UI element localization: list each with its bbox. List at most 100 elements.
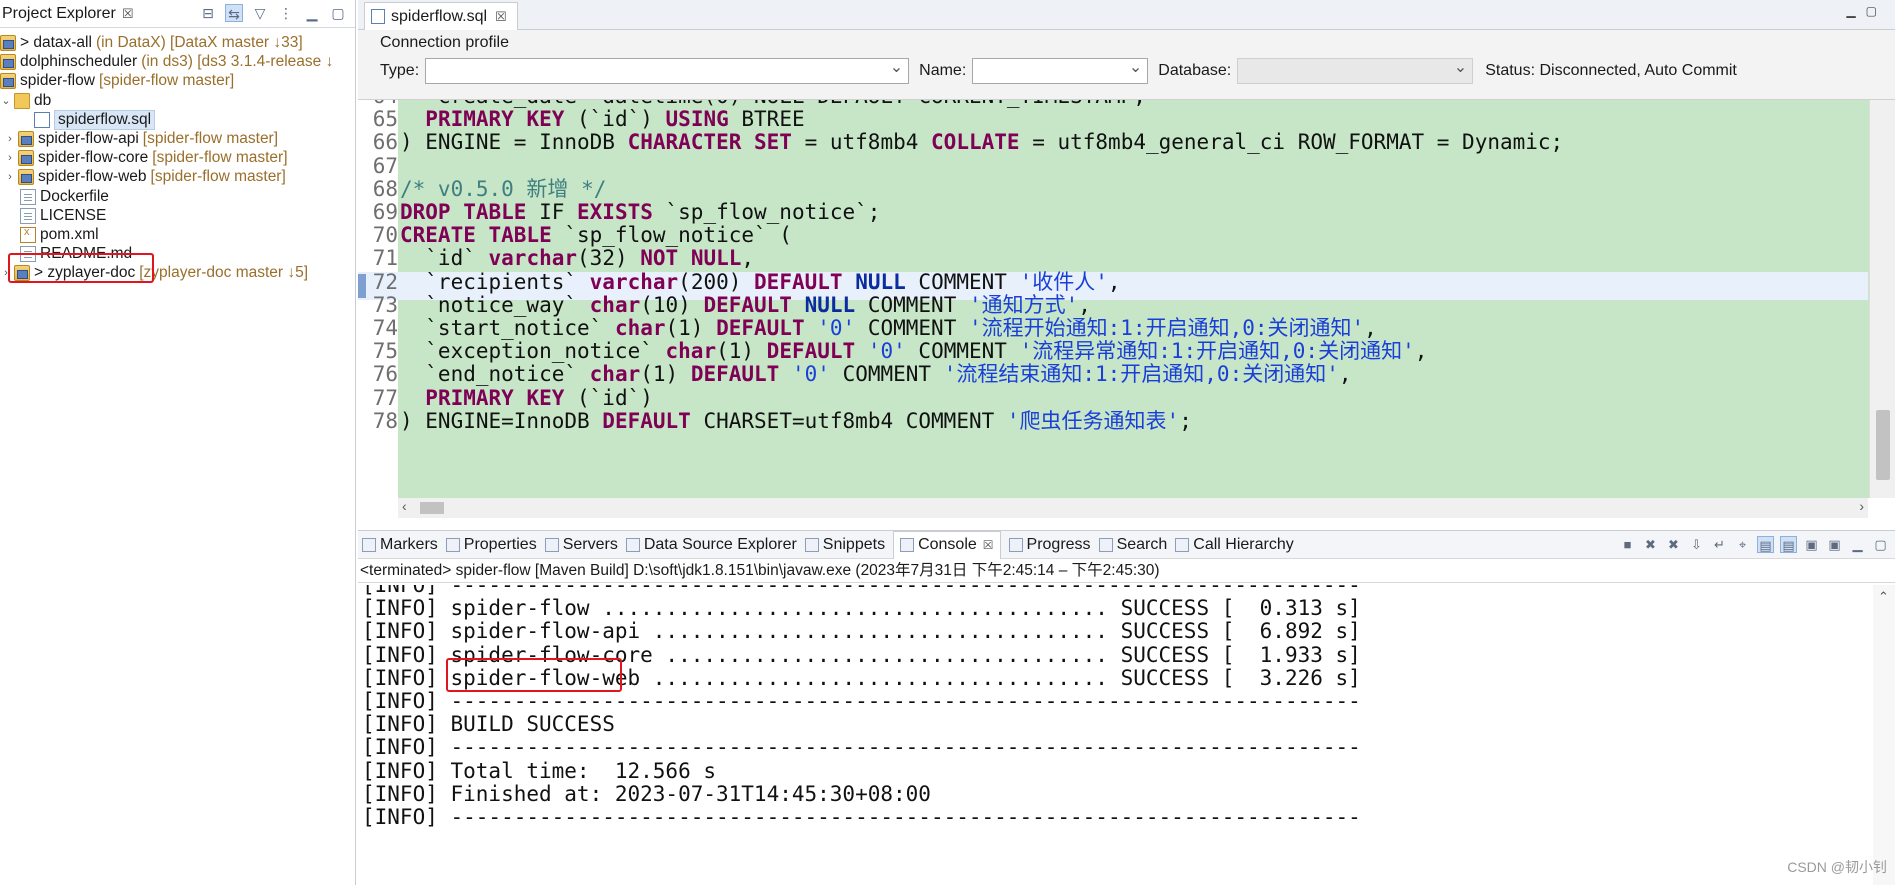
- tree-item-label: > datax-all: [20, 34, 92, 51]
- tab-properties[interactable]: Properties: [445, 536, 537, 554]
- tab-label: Servers: [562, 535, 618, 553]
- close-icon[interactable]: ☒: [983, 538, 994, 552]
- tab-label: Markers: [380, 535, 438, 553]
- markers-icon: [362, 537, 376, 552]
- project-explorer-tab[interactable]: Project Explorer ☒ ⊟ ⇆ ▽ ⋮ ▁ ▢: [0, 0, 355, 28]
- maximize-icon[interactable]: ▢: [1872, 536, 1889, 553]
- tree-item-decoration: [spider-flow master]: [150, 168, 286, 186]
- code-token: '爬虫任务通知表': [1006, 408, 1180, 433]
- collapsed-twisty-icon[interactable]: ›: [4, 133, 16, 145]
- terminate-icon[interactable]: ■: [1619, 536, 1636, 553]
- remove-all-terminated-icon[interactable]: ✖: [1665, 536, 1682, 553]
- type-label: Type:: [380, 62, 420, 79]
- project-icon: [18, 169, 34, 186]
- show-on-stdout-icon[interactable]: ▤: [1757, 536, 1774, 553]
- minimize-icon[interactable]: ▁: [1849, 536, 1866, 553]
- type-combo[interactable]: [425, 57, 910, 84]
- name-combo[interactable]: [972, 57, 1149, 84]
- collapse-all-icon[interactable]: ⊟: [199, 4, 217, 22]
- pin-console-icon[interactable]: ⌖: [1734, 536, 1751, 553]
- tab-progress[interactable]: Progress: [1008, 536, 1091, 554]
- remove-launch-icon[interactable]: ✖: [1642, 536, 1659, 553]
- servers-icon: [544, 537, 559, 552]
- bottom-views-panel: Markers Properties Servers Data Source Expl…: [358, 530, 1895, 885]
- expanded-twisty-icon[interactable]: ⌄: [0, 94, 12, 107]
- code-token: DEFAULT: [690, 362, 780, 387]
- minimize-icon[interactable]: ▁: [303, 4, 321, 22]
- code-token: = utf8mb4: [791, 130, 932, 155]
- code-token: ,: [1338, 362, 1352, 387]
- project-icon: [0, 73, 16, 90]
- tab-markers[interactable]: Markers: [362, 536, 438, 554]
- xml-file-icon: [20, 226, 36, 243]
- code-token: ;: [1179, 408, 1192, 433]
- word-wrap-icon[interactable]: ↵: [1711, 536, 1728, 553]
- file-icon: [20, 207, 36, 224]
- view-menu-icon[interactable]: ⋮: [277, 4, 295, 22]
- folder-icon: [14, 92, 30, 109]
- sql-file-icon: [371, 9, 385, 24]
- properties-icon: [445, 537, 460, 552]
- view-tab-bar: Markers Properties Servers Data Source Expl…: [358, 530, 1895, 559]
- tab-snippets[interactable]: Snippets: [804, 535, 886, 554]
- code-token: '流程结束通知:1:开启通知,0:关闭通知': [943, 362, 1339, 387]
- highlight-pom-xml: [8, 253, 154, 283]
- tab-search[interactable]: Search: [1098, 536, 1167, 554]
- scroll-up-icon[interactable]: ⌃: [1878, 589, 1889, 605]
- show-on-stderr-icon[interactable]: ▤: [1780, 536, 1797, 553]
- scroll-left-icon[interactable]: ‹: [402, 498, 407, 514]
- tree-item-label: spider-flow-api: [38, 130, 139, 147]
- tab-spiderflow-sql[interactable]: spiderflow.sql ☒: [364, 2, 518, 30]
- editor-window-buttons[interactable]: ▁▢: [1846, 4, 1887, 18]
- line-number: 78: [372, 408, 398, 433]
- database-combo[interactable]: [1237, 57, 1474, 84]
- tree-item-label: pom.xml: [40, 226, 99, 243]
- scroll-lock-icon[interactable]: ⇩: [1688, 536, 1705, 553]
- code-token: DEFAULT: [602, 408, 691, 433]
- close-icon[interactable]: ☒: [122, 6, 134, 22]
- project-icon: [0, 54, 16, 71]
- editor-horizontal-scrollbar[interactable]: ‹ ›: [398, 498, 1868, 518]
- link-with-editor-icon[interactable]: ⇆: [225, 4, 243, 22]
- tree-item-label: spider-flow-core: [38, 149, 149, 167]
- editor-vertical-scrollbar[interactable]: [1869, 100, 1895, 498]
- progress-icon: [1008, 537, 1023, 552]
- project-icon: [0, 35, 16, 51]
- code-token: ) ENGINE=InnoDB: [400, 408, 603, 433]
- name-label: Name:: [919, 62, 967, 79]
- console-output[interactable]: [INFO] ---------------------------------…: [358, 585, 1895, 885]
- console-vertical-scrollbar[interactable]: ⌃: [1873, 585, 1895, 885]
- collapsed-twisty-icon[interactable]: ›: [4, 171, 16, 183]
- display-console-icon[interactable]: ▣: [1803, 536, 1820, 553]
- tree-item-decoration: [spider-flow master]: [152, 149, 288, 167]
- tab-call-hierarchy[interactable]: Call Hierarchy: [1175, 536, 1294, 554]
- tree-item-label: LICENSE: [40, 206, 107, 224]
- tab-label: Console: [918, 536, 977, 553]
- code-token: CHARSET=utf8mb4 COMMENT: [690, 408, 1007, 433]
- tree-item-decoration: [spider-flow master]: [142, 130, 279, 147]
- scroll-right-icon[interactable]: ›: [1859, 498, 1864, 514]
- connection-profile-title: Connection profile: [380, 34, 509, 51]
- explorer-toolbar: ⊟ ⇆ ▽ ⋮ ▁ ▢: [199, 4, 347, 22]
- scrollbar-thumb[interactable]: [1876, 410, 1890, 480]
- code-token: ,: [1414, 339, 1428, 364]
- collapsed-twisty-icon[interactable]: ›: [4, 152, 16, 164]
- tree-item-decoration: (in DataX) [DataX master ↓33]: [95, 34, 303, 51]
- scrollbar-thumb[interactable]: [420, 502, 444, 514]
- tab-label: spiderflow.sql: [391, 7, 488, 25]
- code-line: 66) ENGINE = InnoDB CHARACTER SET = utf8…: [358, 128, 1564, 156]
- search-icon: [1098, 537, 1113, 552]
- tab-servers[interactable]: Servers: [544, 535, 618, 554]
- close-icon[interactable]: ☒: [495, 9, 507, 25]
- tab-label: Snippets: [822, 535, 886, 553]
- maximize-icon[interactable]: ▢: [329, 4, 347, 22]
- tab-console[interactable]: Console ☒: [893, 530, 1001, 559]
- code-token: '0': [791, 362, 830, 387]
- tab-data-source-explorer[interactable]: Data Source Explorer: [625, 535, 797, 554]
- tab-label: Data Source Explorer: [643, 535, 797, 553]
- code-area[interactable]: 64 `create_date` datetime(0) NULL DEFAUL…: [358, 100, 1895, 498]
- filter-icon[interactable]: ▽: [251, 4, 269, 22]
- tree-item-label: spiderflow.sql: [54, 109, 156, 130]
- open-console-icon[interactable]: ▣: [1826, 536, 1843, 553]
